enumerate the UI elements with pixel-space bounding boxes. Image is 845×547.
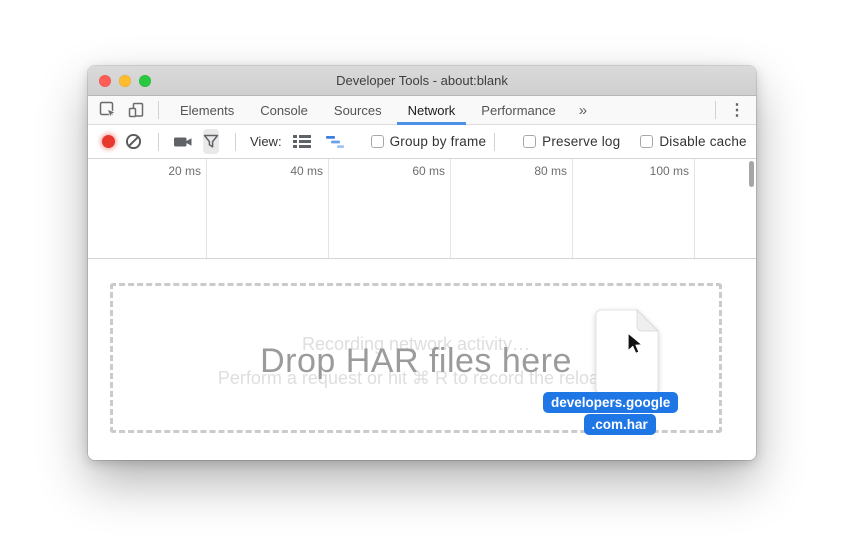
dragged-file-name-label: developers.google .com.har xyxy=(543,392,678,435)
divider xyxy=(158,133,159,151)
record-button[interactable] xyxy=(102,135,115,148)
file-name-line1: developers.google xyxy=(543,392,678,413)
tab-elements[interactable]: Elements xyxy=(167,96,247,124)
view-label: View: xyxy=(250,134,282,149)
vertical-scrollbar-thumb[interactable] xyxy=(749,161,754,187)
group-by-frame-label: Group by frame xyxy=(390,134,487,149)
timeline-tick: 80 ms xyxy=(534,164,567,178)
timeline-tick: 100 ms xyxy=(650,164,689,178)
devtools-window: Developer Tools - about:blank Elements C… xyxy=(88,66,756,460)
large-request-rows-button[interactable] xyxy=(292,134,312,149)
main-menu-icon[interactable]: ⋮ xyxy=(724,100,750,120)
gridline xyxy=(328,159,329,258)
gridline xyxy=(206,159,207,258)
preserve-log-checkbox[interactable]: Preserve log xyxy=(523,134,620,149)
clear-button[interactable] xyxy=(125,133,142,150)
har-drop-target[interactable]: Recording network activity… Drop HAR fil… xyxy=(110,283,722,433)
funnel-icon xyxy=(203,134,219,149)
camera-icon xyxy=(173,134,193,150)
more-tabs-icon[interactable]: » xyxy=(569,102,597,119)
network-overview-timeline: 20 ms 40 ms 60 ms 80 ms 100 ms xyxy=(88,159,756,259)
tab-performance[interactable]: Performance xyxy=(468,96,568,124)
group-by-frame-checkbox[interactable]: Group by frame xyxy=(371,134,487,149)
disable-cache-checkbox[interactable]: Disable cache xyxy=(640,134,746,149)
circle-slash-icon xyxy=(125,133,142,150)
tab-console[interactable]: Console xyxy=(247,96,321,124)
checkbox-icon[interactable] xyxy=(371,135,384,148)
timeline-tick: 40 ms xyxy=(290,164,323,178)
inspect-cursor-icon xyxy=(99,101,117,119)
show-overview-button[interactable] xyxy=(326,135,345,149)
gridline xyxy=(694,159,695,258)
filter-button[interactable] xyxy=(203,129,219,154)
titlebar[interactable]: Developer Tools - about:blank xyxy=(88,66,756,96)
minimize-window-button[interactable] xyxy=(119,75,131,87)
device-toolbar-button[interactable] xyxy=(122,98,150,122)
close-window-button[interactable] xyxy=(99,75,111,87)
zoom-window-button[interactable] xyxy=(139,75,151,87)
divider xyxy=(235,133,236,151)
gridline xyxy=(450,159,451,258)
tab-network[interactable]: Network xyxy=(395,96,469,124)
checkbox-icon[interactable] xyxy=(640,135,653,148)
timeline-tick: 60 ms xyxy=(412,164,445,178)
divider xyxy=(494,133,495,151)
device-toolbar-icon xyxy=(127,101,145,119)
gridline xyxy=(572,159,573,258)
capture-screenshots-button[interactable] xyxy=(173,134,193,150)
inspect-element-button[interactable] xyxy=(94,98,122,122)
preserve-log-label: Preserve log xyxy=(542,134,620,149)
tab-sources[interactable]: Sources xyxy=(321,96,395,124)
network-toolbar: View: Group by frame Preserve log xyxy=(88,125,756,159)
divider xyxy=(715,101,716,119)
traffic-lights xyxy=(99,75,151,87)
divider xyxy=(158,101,159,119)
mouse-cursor-icon xyxy=(625,332,645,356)
file-name-line2: .com.har xyxy=(584,414,656,435)
devtools-tab-bar: Elements Console Sources Network Perform… xyxy=(88,96,756,125)
network-panel-body: Recording network activity… Drop HAR fil… xyxy=(88,259,756,460)
window-title: Developer Tools - about:blank xyxy=(336,73,508,88)
timeline-tick: 20 ms xyxy=(168,164,201,178)
waterfall-icon xyxy=(326,135,345,149)
list-rows-icon xyxy=(292,134,312,149)
checkbox-icon[interactable] xyxy=(523,135,536,148)
disable-cache-label: Disable cache xyxy=(659,134,746,149)
